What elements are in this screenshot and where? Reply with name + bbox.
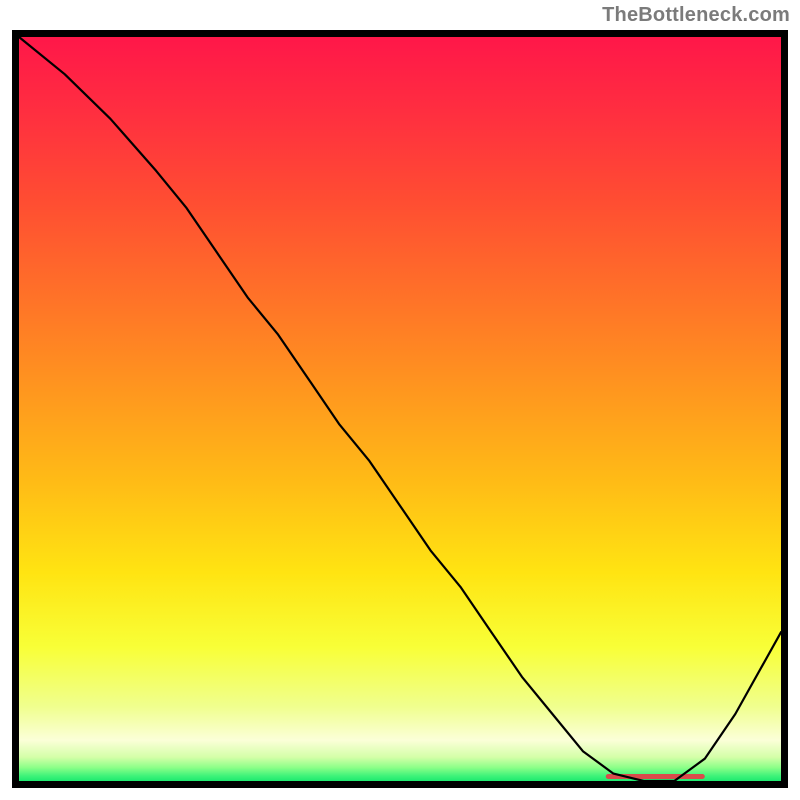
gradient-background: [19, 37, 781, 781]
attribution-label: TheBottleneck.com: [602, 4, 790, 27]
plot-area: [12, 30, 788, 788]
chart-svg: [12, 30, 788, 788]
chart-container: TheBottleneck.com: [0, 0, 800, 800]
